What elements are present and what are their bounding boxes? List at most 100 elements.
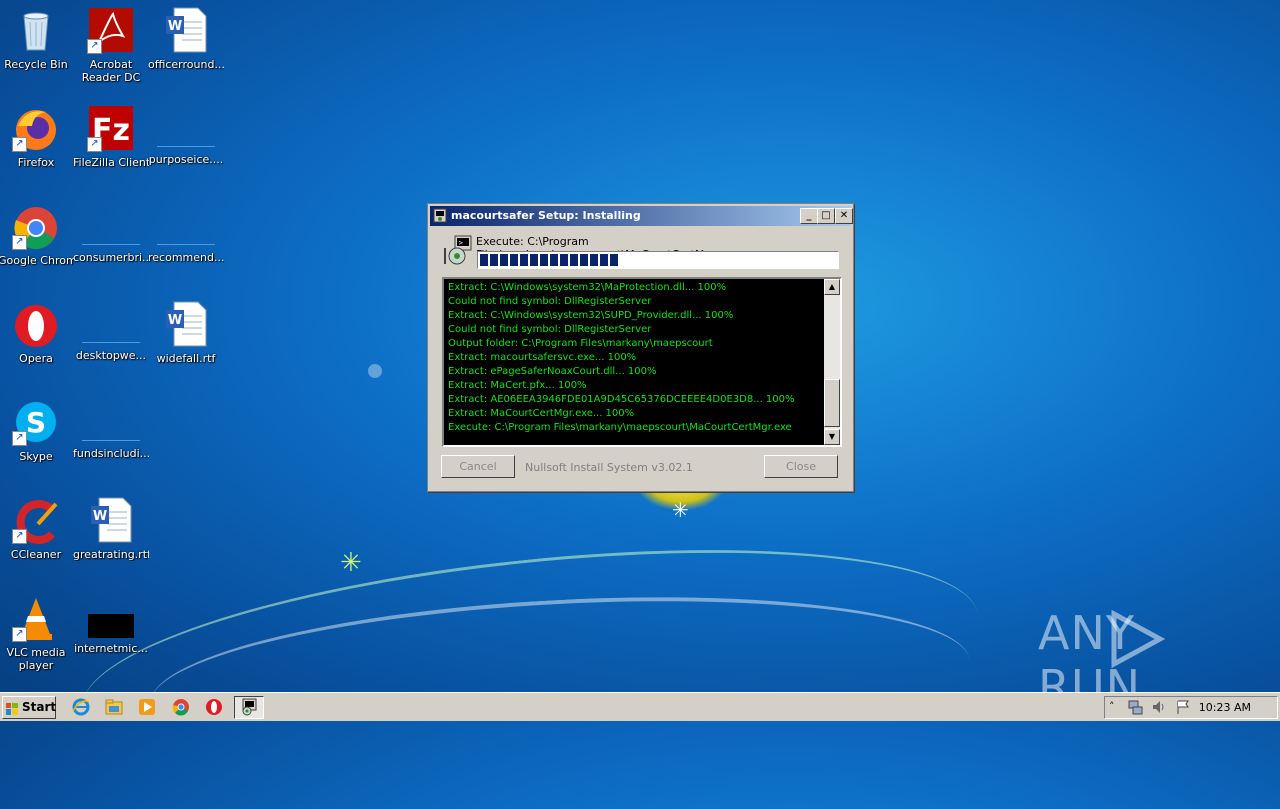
- window-titlebar[interactable]: macourtsafer Setup: Installing _ □ ✕: [430, 206, 853, 226]
- file-thumbnail-icon: [88, 614, 134, 638]
- close-button[interactable]: Close: [764, 455, 838, 478]
- scroll-up-arrow-icon[interactable]: ▲: [824, 279, 840, 295]
- log-line: Extract: C:\Windows\system32\MaProtectio…: [448, 282, 727, 293]
- file-explorer-icon[interactable]: [105, 698, 123, 716]
- minimize-button[interactable]: _: [800, 208, 818, 224]
- volume-icon[interactable]: [1151, 699, 1167, 719]
- media-player-icon[interactable]: [138, 698, 156, 716]
- shortcut-arrow-icon: ↗: [12, 235, 27, 250]
- desktop-icon-label: Recycle Bin: [4, 58, 68, 71]
- log-line: Extract: ePageSaferNoaxCourt.dll... 100%: [448, 366, 657, 377]
- desktop-icon-label: CCleaner: [10, 548, 62, 561]
- start-button[interactable]: Start: [2, 696, 56, 719]
- desktop-icon-file[interactable]: internetmic...: [73, 594, 149, 655]
- opera-taskbar-icon[interactable]: [205, 698, 223, 716]
- system-tray: ˄ 10:23 AM: [1104, 696, 1278, 719]
- progress-segment: [540, 254, 548, 266]
- desktop-icon-label: FileZilla Client: [73, 156, 149, 169]
- desktop-icon-opera[interactable]: Opera: [0, 300, 74, 365]
- progress-segment: [520, 254, 528, 266]
- skype-icon: S ↗: [12, 398, 60, 446]
- progress-segment: [530, 254, 538, 266]
- word-document-icon: W: [87, 496, 135, 544]
- file-thumbnail-icon: [157, 116, 215, 147]
- progress-segment: [570, 254, 578, 266]
- file-thumbnail-icon: [82, 214, 140, 245]
- desktop-icon-recycle-bin[interactable]: Recycle Bin: [0, 6, 74, 71]
- desktop-icon-label: recommend...: [148, 251, 224, 264]
- svg-text:>_: >_: [459, 239, 468, 247]
- log-line: Execute: C:\Program Files\markany\maepsc…: [448, 422, 792, 433]
- desktop-icon-file[interactable]: purposeice....: [148, 104, 224, 166]
- internet-explorer-icon[interactable]: [72, 698, 90, 716]
- shortcut-arrow-icon: ↗: [12, 529, 27, 544]
- desktop-icon-label: purposeice....: [148, 153, 224, 166]
- install-progress-bar: [477, 251, 839, 269]
- desktop-icon-file[interactable]: consumerbri...: [73, 202, 149, 264]
- filezilla-icon: Fz ↗: [87, 104, 135, 152]
- wallpaper-star: ✳: [672, 498, 689, 522]
- desktop-icon-skype[interactable]: S ↗ Skype: [0, 398, 74, 463]
- desktop-icon-doc[interactable]: W officerround...: [148, 6, 224, 71]
- nsis-branding: Nullsoft Install System v3.02.1: [525, 461, 693, 474]
- svg-text:W: W: [168, 19, 182, 34]
- ccleaner-icon: ↗: [12, 496, 60, 544]
- scroll-thumb[interactable]: [824, 379, 840, 427]
- clock[interactable]: 10:23 AM: [1199, 701, 1251, 714]
- acrobat-icon: ↗: [87, 6, 135, 54]
- desktop-icon-label: VLC media player: [6, 646, 66, 672]
- action-center-flag-icon[interactable]: [1175, 699, 1191, 719]
- shortcut-arrow-icon: ↗: [12, 431, 27, 446]
- log-line: Extract: AE06EEA3946FDE01A9D45C65376DCEE…: [448, 394, 795, 405]
- file-thumbnail-icon: [82, 312, 140, 343]
- desktop-icon-label: Google Chrome: [0, 254, 74, 267]
- desktop-icon-filezilla[interactable]: Fz ↗ FileZilla Client: [73, 104, 149, 169]
- desktop-icon-rtf[interactable]: W greatrating.rtf: [73, 496, 149, 561]
- desktop-icon-label: widefall.rtf: [156, 352, 216, 365]
- taskbar-installer-button[interactable]: [234, 696, 264, 719]
- desktop-icon-acrobat[interactable]: ↗ Acrobat Reader DC: [73, 6, 149, 84]
- maximize-button[interactable]: □: [817, 208, 835, 224]
- desktop-icon-chrome[interactable]: ↗ Google Chrome: [0, 202, 74, 267]
- desktop-icon-rtf[interactable]: W widefall.rtf: [148, 300, 224, 365]
- word-document-icon: W: [162, 6, 210, 54]
- desktop-icon-label: greatrating.rtf: [73, 548, 149, 561]
- network-icon[interactable]: [1127, 699, 1143, 719]
- desktop-icon-file[interactable]: fundsincludi...: [73, 398, 149, 460]
- progress-segment: [480, 254, 488, 266]
- opera-icon: [12, 300, 60, 348]
- progress-segment: [490, 254, 498, 266]
- progress-segment: [580, 254, 588, 266]
- desktop-icon-file[interactable]: desktopwe...: [73, 300, 149, 362]
- window-title: macourtsafer Setup: Installing: [451, 209, 641, 222]
- svg-text:S: S: [26, 406, 46, 439]
- desktop-icon-vlc[interactable]: ↗ VLC media player: [0, 594, 74, 672]
- desktop-icon-label: consumerbri...: [73, 251, 149, 264]
- desktop-icon-label: desktopwe...: [75, 349, 147, 362]
- close-window-button[interactable]: ✕: [835, 208, 853, 224]
- show-hidden-icons-icon[interactable]: ˄: [1109, 700, 1115, 713]
- install-log[interactable]: Extract: C:\Windows\system32\MaProtectio…: [442, 277, 842, 447]
- svg-text:W: W: [93, 509, 107, 524]
- wallpaper-sprig: ✳: [340, 548, 362, 578]
- installer-taskbar-icon: [240, 698, 258, 720]
- scroll-down-arrow-icon[interactable]: ▼: [824, 429, 840, 445]
- desktop-icon-ccleaner[interactable]: ↗ CCleaner: [0, 496, 74, 561]
- firefox-icon: ↗: [12, 104, 60, 152]
- log-line: Extract: C:\Windows\system32\SUPD_Provid…: [448, 310, 734, 321]
- recycle-bin-icon: [12, 6, 60, 54]
- cancel-button[interactable]: Cancel: [441, 455, 515, 478]
- play-triangle-icon: [1111, 610, 1166, 668]
- desktop-icon-label: fundsincludi...: [73, 447, 149, 460]
- log-scrollbar[interactable]: ▲ ▼: [824, 279, 840, 445]
- chrome-taskbar-icon[interactable]: [172, 698, 190, 716]
- progress-segment: [610, 254, 618, 266]
- desktop-icon-file[interactable]: recommend...: [148, 202, 224, 264]
- progress-segment: [600, 254, 608, 266]
- log-line: Extract: macourtsafersvc.exe... 100%: [448, 352, 637, 363]
- progress-segment: [500, 254, 508, 266]
- desktop-icon-firefox[interactable]: ↗ Firefox: [0, 104, 74, 169]
- file-thumbnail-icon: [82, 410, 140, 441]
- desktop-icon-label: Firefox: [17, 156, 55, 169]
- shortcut-arrow-icon: ↗: [12, 627, 27, 642]
